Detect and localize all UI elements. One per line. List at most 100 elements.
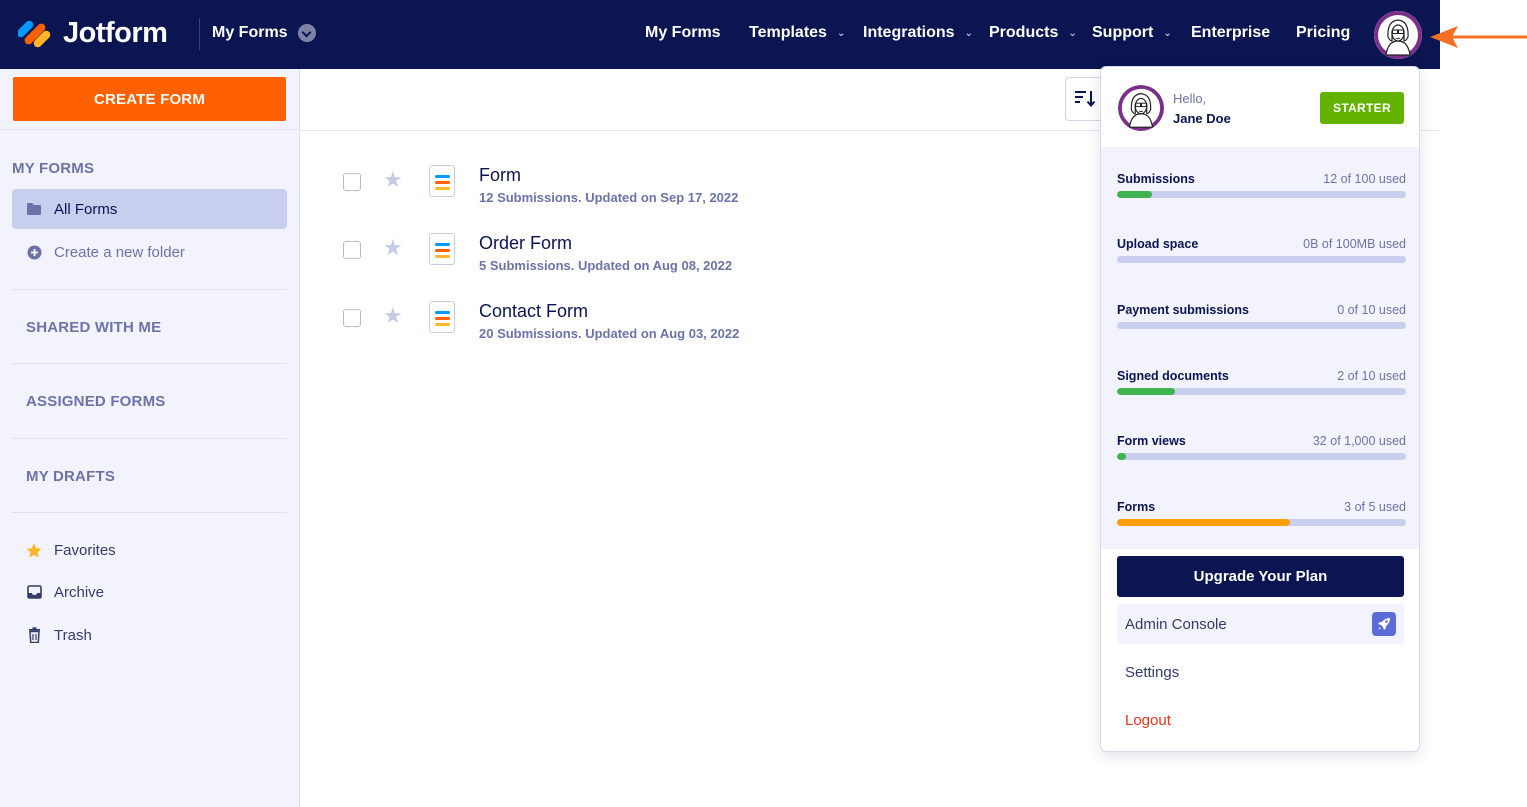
form-title[interactable]: Form <box>479 165 521 186</box>
nav-products-label: Products <box>989 24 1059 41</box>
nav-enterprise[interactable]: Enterprise <box>1191 24 1270 42</box>
usage-row-signed-documents: Signed documents 2 of 10 used <box>1117 369 1406 399</box>
shared-with-me-link[interactable]: SHARED WITH ME <box>26 319 161 336</box>
sidebar-divider <box>12 363 287 364</box>
usage-value: 2 of 10 used <box>1337 369 1406 383</box>
chevron-down-icon: ⌄ <box>1163 27 1172 39</box>
nav-templates[interactable]: Templates ⌄ <box>749 24 845 42</box>
row-checkbox[interactable] <box>343 241 361 259</box>
chevron-down-icon: ⌄ <box>836 27 846 39</box>
usage-row-submissions: Submissions 12 of 100 used <box>1117 172 1406 202</box>
usage-progress-bar <box>1117 388 1406 395</box>
avatar <box>1118 85 1164 131</box>
top-navigation-bar: Jotform My Forms My Forms Templates ⌄ Int… <box>0 0 1440 69</box>
usage-label: Form views <box>1117 434 1186 448</box>
admin-console-link[interactable]: Admin Console <box>1117 604 1404 644</box>
star-icon[interactable]: ★ <box>383 237 403 259</box>
usage-label: Signed documents <box>1117 369 1229 383</box>
form-title[interactable]: Contact Form <box>479 301 588 322</box>
nav-my-forms-label: My Forms <box>645 24 721 41</box>
row-checkbox[interactable] <box>343 309 361 327</box>
usage-row-form-views: Form views 32 of 1,000 used <box>1117 434 1406 464</box>
form-meta: 5 Submissions. Updated on Aug 08, 2022 <box>479 258 733 273</box>
chevron-down-icon: ⌄ <box>964 27 973 39</box>
sidebar: CREATE FORM MY FORMS All Forms Create a … <box>0 69 300 807</box>
nav-my-forms[interactable]: My Forms <box>645 24 721 42</box>
nav-templates-label: Templates <box>749 24 827 41</box>
usage-progress-bar <box>1117 256 1406 263</box>
usage-value: 0 of 10 used <box>1337 303 1406 317</box>
settings-link[interactable]: Settings <box>1117 652 1404 692</box>
sidebar-item-label: Favorites <box>54 541 116 559</box>
list-item[interactable]: ★ Order Form 5 Submissions. Updated on A… <box>343 233 1043 281</box>
form-document-icon <box>429 301 455 333</box>
create-form-button[interactable]: CREATE FORM <box>13 77 286 121</box>
row-checkbox[interactable] <box>343 173 361 191</box>
chevron-down-icon: ⌄ <box>1068 27 1077 39</box>
star-icon <box>26 542 42 558</box>
form-meta: 20 Submissions. Updated on Aug 03, 2022 <box>479 326 740 341</box>
sidebar-item-label: Archive <box>54 583 105 601</box>
usage-panel: Submissions 12 of 100 used Upload space … <box>1101 147 1419 549</box>
archive-icon <box>26 584 42 600</box>
folder-icon <box>26 201 42 217</box>
assigned-forms-link[interactable]: ASSIGNED FORMS <box>26 393 165 410</box>
usage-progress-bar <box>1117 519 1406 526</box>
form-meta: 12 Submissions. Updated on Sep 17, 2022 <box>479 190 739 205</box>
plus-circle-icon <box>26 244 42 260</box>
sort-button[interactable] <box>1065 77 1105 121</box>
jotform-logo-icon[interactable] <box>18 17 52 51</box>
star-icon[interactable]: ★ <box>383 169 403 191</box>
usage-row-forms: Forms 3 of 5 used <box>1117 500 1406 530</box>
my-drafts-link[interactable]: MY DRAFTS <box>26 468 115 485</box>
sidebar-divider <box>12 512 287 513</box>
nav-pricing-label: Pricing <box>1296 24 1351 41</box>
star-icon[interactable]: ★ <box>383 305 403 327</box>
sidebar-divider <box>12 438 287 439</box>
brand-name[interactable]: Jotform <box>63 17 168 50</box>
nav-integrations-label: Integrations <box>863 24 955 41</box>
upgrade-plan-button[interactable]: Upgrade Your Plan <box>1117 556 1404 597</box>
sidebar-item-trash[interactable]: Trash <box>12 615 287 655</box>
admin-console-label: Admin Console <box>1125 615 1227 633</box>
user-name: Jane Doe <box>1173 111 1231 126</box>
sort-icon <box>1075 91 1096 108</box>
brand-divider <box>199 18 200 50</box>
form-title[interactable]: Order Form <box>479 233 572 254</box>
nav-support[interactable]: Support ⌄ <box>1092 24 1172 42</box>
usage-progress-bar <box>1117 191 1406 198</box>
account-header: Hello, Jane Doe STARTER <box>1101 67 1419 147</box>
usage-label: Submissions <box>1117 172 1195 186</box>
usage-row-upload-space: Upload space 0B of 100MB used <box>1117 237 1406 267</box>
usage-progress-fill <box>1117 519 1291 526</box>
user-avatar-button[interactable] <box>1374 11 1422 59</box>
usage-progress-fill <box>1117 388 1175 395</box>
plan-badge[interactable]: STARTER <box>1320 92 1404 124</box>
my-forms-heading: MY FORMS <box>12 160 95 177</box>
create-new-folder-button[interactable]: Create a new folder <box>12 232 287 272</box>
trash-icon <box>26 627 42 643</box>
nav-products[interactable]: Products ⌄ <box>989 24 1077 42</box>
form-document-icon <box>429 165 455 197</box>
logout-link[interactable]: Logout <box>1117 700 1404 740</box>
nav-pricing[interactable]: Pricing <box>1296 24 1350 42</box>
nav-integrations[interactable]: Integrations ⌄ <box>863 24 973 42</box>
nav-support-label: Support <box>1092 24 1154 41</box>
callout-arrow-icon <box>1430 26 1527 48</box>
rocket-icon <box>1372 612 1396 636</box>
usage-value: 12 of 100 used <box>1323 172 1406 186</box>
list-item[interactable]: ★ Contact Form 20 Submissions. Updated o… <box>343 301 1043 349</box>
sidebar-item-label: Create a new folder <box>54 243 185 261</box>
usage-row-payment-submissions: Payment submissions 0 of 10 used <box>1117 303 1406 333</box>
usage-progress-bar <box>1117 453 1406 460</box>
chevron-down-icon <box>297 24 316 42</box>
product-switcher[interactable]: My Forms <box>212 24 316 42</box>
sidebar-item-label: Trash <box>54 626 92 644</box>
usage-value: 3 of 5 used <box>1344 500 1406 514</box>
list-item[interactable]: ★ Form 12 Submissions. Updated on Sep 17… <box>343 165 1043 213</box>
sidebar-item-archive[interactable]: Archive <box>12 572 287 612</box>
account-dropdown-menu: Hello, Jane Doe STARTER Submissions 12 o… <box>1100 66 1420 752</box>
sidebar-item-favorites[interactable]: Favorites <box>12 530 287 570</box>
sidebar-item-all-forms[interactable]: All Forms <box>12 189 287 229</box>
usage-progress-fill <box>1117 453 1127 460</box>
